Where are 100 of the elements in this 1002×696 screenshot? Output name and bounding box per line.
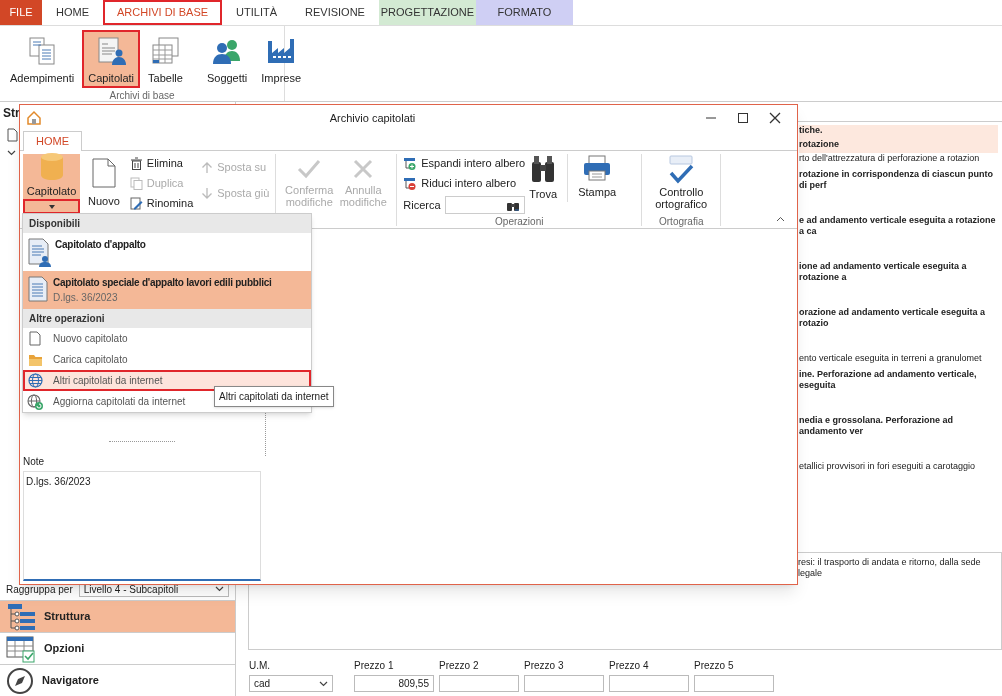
panel-title: Str: [3, 105, 20, 122]
group-label: Operazioni: [494, 215, 545, 229]
tree-list-icon: [6, 602, 36, 631]
ribbon-button[interactable]: Capitolati: [82, 30, 141, 88]
printer-icon: [582, 154, 613, 182]
collapse-ribbon-button[interactable]: [774, 214, 787, 224]
table-cell-text: rto dell'attrezzatura di perforazione a rotazion: [799, 153, 981, 164]
field-label: Prezzo 5: [694, 659, 735, 673]
blank-document-icon: [29, 331, 41, 346]
group-label: Archivi di base: [108, 89, 176, 103]
table-cell-text: orazione ad andamento verticale eseguita a rotazio: [799, 307, 987, 329]
price-field[interactable]: [694, 675, 774, 692]
ribbon-button[interactable]: Tabelle: [142, 30, 189, 88]
field-label: Prezzo 3: [524, 659, 565, 673]
rename-icon: [129, 196, 143, 210]
collapse-tree-icon: [403, 176, 418, 190]
ribbon-button[interactable]: Stampa: [574, 154, 621, 202]
document-person-icon: [27, 237, 51, 267]
chevron-down-icon: [215, 586, 224, 592]
maximize-icon: [737, 112, 749, 124]
menu-item[interactable]: Altri capitolati da internet: [23, 370, 311, 391]
document-person-icon: [96, 36, 127, 66]
document-icon: [27, 275, 49, 303]
notes-field[interactable]: D.lgs. 36/2023: [23, 471, 261, 581]
table-cell-text: ione ad andamento verticale eseguita a rotazione a: [799, 261, 968, 283]
window-title: Archivio capitolati: [328, 110, 417, 126]
field-label: Ricerca: [403, 197, 441, 213]
expand-tree-icon: [403, 156, 418, 170]
menu-item[interactable]: Carica capitolato: [23, 349, 311, 370]
field-label: U.M.: [249, 659, 272, 673]
menu-item[interactable]: Nuovo capitolato: [23, 328, 311, 349]
nav-button[interactable]: Struttura: [0, 600, 235, 632]
checkmark-icon: [297, 158, 322, 180]
ribbon-tab[interactable]: FORMATO: [475, 0, 573, 25]
arrow-up-icon: [201, 160, 214, 174]
trash-icon: [129, 156, 143, 170]
field-label: Prezzo 2: [439, 659, 480, 673]
price-field[interactable]: 809,55: [354, 675, 434, 692]
ribbon-tab[interactable]: PROGETTAZIONE: [378, 0, 476, 25]
toolbar-button[interactable]: Espandi intero albero: [403, 154, 526, 172]
folder-icon: [27, 353, 43, 366]
price-field[interactable]: [524, 675, 604, 692]
blank-document-icon: [90, 156, 117, 189]
table-cell-text: etallici provvisori in fori eseguiti a carotaggio: [799, 461, 977, 472]
ribbon-button[interactable]: Imprese: [255, 30, 308, 88]
menu-item[interactable]: Capitolato speciale d'appalto lavori edili pubblici D.lgs. 36/2023: [23, 271, 311, 309]
menu-section-header: Altre operazioni: [23, 309, 311, 328]
ribbon-tab[interactable]: FILE: [0, 0, 42, 25]
price-field[interactable]: [439, 675, 519, 692]
ribbon-tab[interactable]: ARCHIVI DI BASE: [103, 0, 223, 25]
arrow-down-icon: [201, 186, 214, 200]
collapse-ribbon-icon: [776, 216, 785, 222]
compass-icon: [6, 666, 34, 695]
ribbon-tab[interactable]: REVISIONE: [291, 0, 379, 25]
group-label: Ortografia: [658, 215, 705, 229]
menu-item[interactable]: Capitolato d'appalto: [23, 233, 311, 271]
field-label: Raggruppa per: [6, 582, 73, 597]
table-cell-text: nedia e grossolana. Perforazione ad andamento ver: [799, 415, 955, 437]
spellcheck-icon: [667, 154, 696, 184]
table-cell-text: ine. Perforazione ad andamento verticale, eseguita: [799, 369, 978, 391]
table-cell-text: tiche.: [799, 125, 824, 136]
globe-icon: [27, 373, 43, 388]
ribbon-tab[interactable]: UTILITÀ: [222, 0, 292, 25]
maximize-button[interactable]: [735, 110, 751, 126]
table-cell-text: ento verticale eseguita in terreni a granulomet: [799, 353, 983, 364]
ribbon-button[interactable]: Controllo ortografico: [648, 154, 715, 214]
toolbar-button[interactable]: Riduci intero albero: [403, 174, 526, 192]
globe-refresh-icon: [27, 393, 43, 410]
table-check-icon: [6, 634, 36, 663]
table-cell-text: rotazione in corrispondenza di ciascun punto di perf: [799, 169, 995, 191]
ribbon-button[interactable]: Soggetti: [200, 30, 254, 88]
ribbon-tab[interactable]: HOME: [23, 131, 82, 151]
chevron-down-icon: [319, 680, 328, 687]
ribbon-button[interactable]: Adempimenti: [4, 30, 81, 88]
menu-section-header: Disponibili: [23, 214, 311, 233]
field-label: Prezzo 4: [609, 659, 650, 673]
price-field[interactable]: [609, 675, 689, 692]
field-label: Prezzo 1: [354, 659, 395, 673]
caret-icon: [48, 204, 55, 209]
nav-button[interactable]: Opzioni: [0, 632, 235, 664]
tooltip: Altri capitolati da internet: [214, 386, 334, 407]
ribbon-tab[interactable]: HOME: [42, 0, 103, 25]
close-icon: [769, 112, 781, 124]
copy-icon: [129, 176, 143, 190]
ribbon-button[interactable]: Capitolato: [23, 154, 80, 199]
table-cell-text: rotazione: [799, 139, 840, 150]
nav-button[interactable]: Navigatore: [0, 664, 235, 696]
chevron-down-icon: [7, 150, 16, 156]
ribbon-button[interactable]: Trova: [525, 154, 562, 202]
tables-icon: [150, 36, 181, 66]
table-cell-text: e ad andamento verticale eseguita a rotazione a ca: [799, 215, 997, 237]
toolbar-button[interactable]: Elimina: [129, 154, 194, 172]
house-icon: [26, 110, 42, 126]
documents-icon: [27, 36, 58, 66]
field-label: Note: [23, 455, 46, 469]
ribbon-button[interactable]: Nuovo: [84, 154, 124, 212]
close-button[interactable]: [767, 110, 783, 126]
unit-dropdown[interactable]: cad: [249, 675, 333, 692]
toolbar-button[interactable]: Rinomina: [129, 194, 194, 212]
search-field[interactable]: [444, 196, 525, 214]
